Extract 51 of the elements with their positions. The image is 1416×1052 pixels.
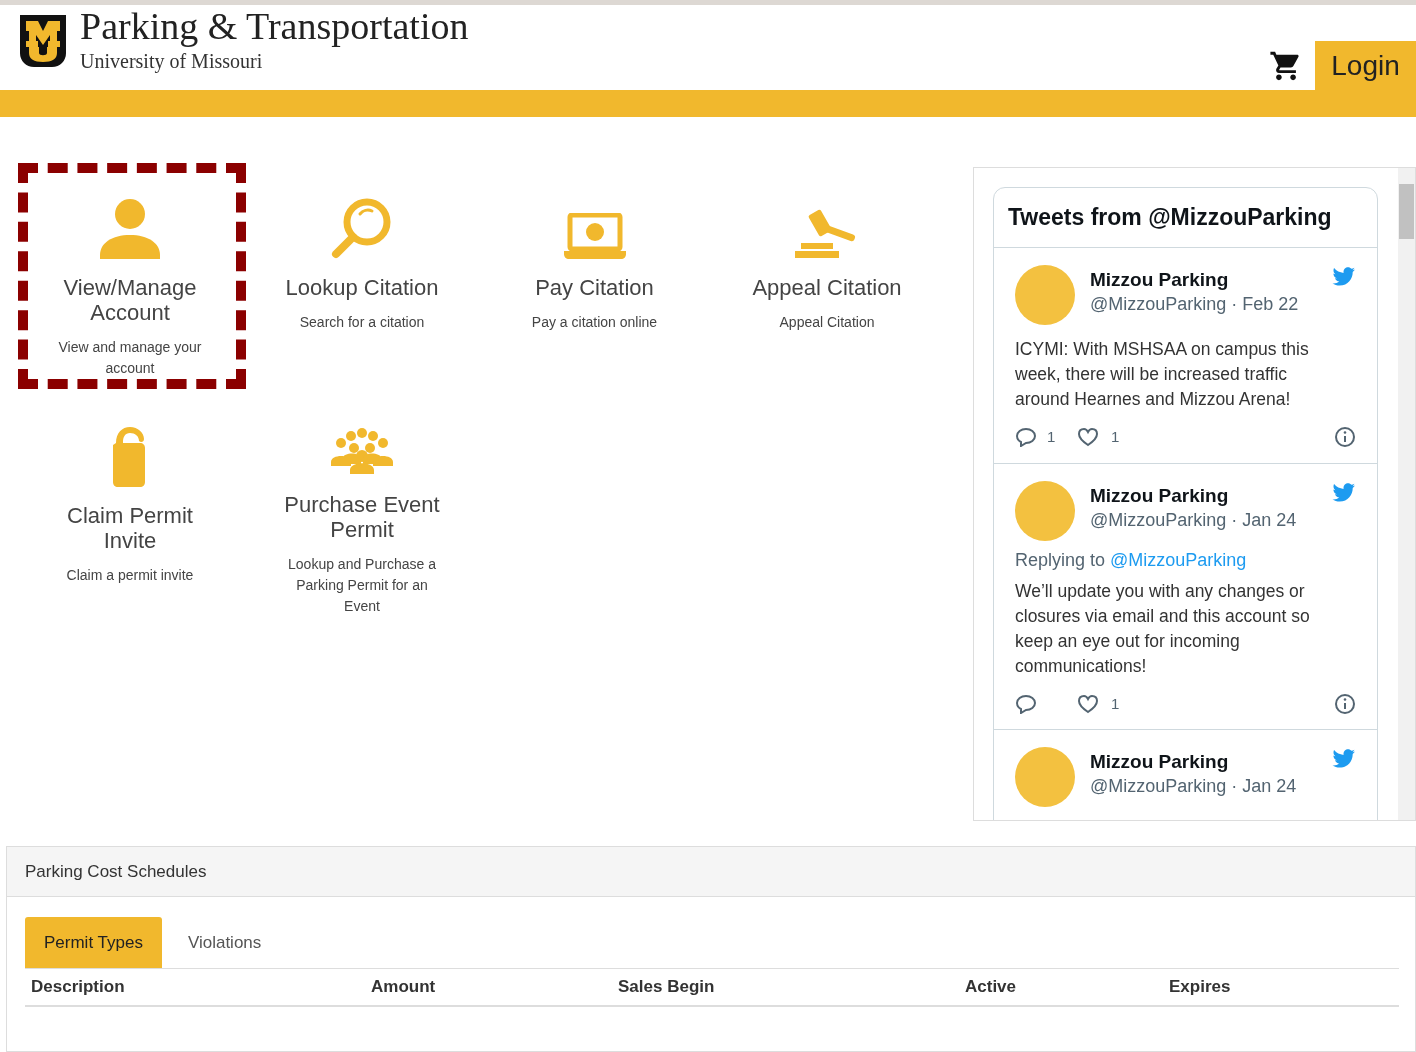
tweet-text: We’ll update you with any changes or closures via email and this account so keep an eye out for incoming communications! (1015, 579, 1311, 678)
tile-description: Search for a citation (298, 313, 426, 332)
tile-title[interactable]: Purchase Event Permit (272, 492, 452, 542)
site-title: Parking & Transportation (80, 5, 469, 47)
like-count: 1 (1111, 427, 1120, 447)
bird-icon (1332, 482, 1356, 503)
panel-title: Parking Cost Schedules (7, 847, 1415, 897)
tweet-author[interactable]: Mizzou Parking (1090, 267, 1332, 292)
tile-title[interactable]: Lookup Citation (272, 275, 452, 300)
scrollbar[interactable] (1398, 168, 1415, 820)
info-icon[interactable] (1334, 692, 1356, 715)
reply-count: 1 (1047, 427, 1056, 447)
heart-icon[interactable] (1077, 427, 1099, 448)
reply-icon[interactable] (1015, 693, 1037, 714)
info-icon[interactable] (1334, 426, 1356, 449)
column-header[interactable]: Description (31, 977, 125, 997)
door-hanger-icon (112, 425, 148, 487)
tile-title[interactable]: Pay Citation (504, 275, 685, 300)
tab[interactable]: Permit Types (25, 917, 162, 968)
tile-description: View and manage your account (57, 338, 203, 378)
heart-icon[interactable] (1077, 693, 1099, 714)
tweet-author[interactable]: Mizzou Parking (1090, 749, 1332, 774)
tweet-handle[interactable]: @MizzouParking · Feb 22 (1090, 292, 1332, 317)
tweet-handle[interactable]: @MizzouParking · Jan 24 (1090, 774, 1332, 799)
tile-description: Lookup and Purchase a Parking Permit for an Event (287, 555, 437, 616)
tile-title[interactable]: View/Manage Account (40, 275, 220, 325)
tile-description: Claim a permit invite (65, 566, 195, 585)
bird-icon (1332, 749, 1356, 769)
tile-description: Pay a citation online (530, 313, 659, 332)
site-subtitle: University of Missouri (80, 49, 264, 73)
tile-description: Appeal Citation (778, 313, 876, 332)
university-logo (18, 13, 68, 69)
column-header[interactable]: Sales Begin (618, 977, 715, 997)
tile-title[interactable]: Claim Permit Invite (40, 503, 220, 553)
column-header[interactable]: Active (965, 977, 1017, 997)
login-button[interactable]: Login (1315, 41, 1416, 90)
column-header[interactable]: Amount (371, 977, 436, 997)
person-icon (99, 197, 161, 259)
feed-title: Tweets from @MizzouParking (994, 188, 1377, 248)
bird-icon (1332, 267, 1356, 287)
laptop-icon (563, 213, 626, 259)
tweet-handle[interactable]: @MizzouParking · Jan 24 (1090, 507, 1332, 533)
search-icon (331, 197, 393, 259)
reply-icon[interactable] (1015, 427, 1037, 448)
tile-title[interactable]: Appeal Citation (737, 275, 917, 300)
like-count: 1 (1111, 693, 1120, 714)
crowd-icon (331, 428, 393, 476)
replying-label: Replying to (1015, 548, 1106, 572)
column-header[interactable]: Expires (1169, 977, 1231, 997)
tweet-author[interactable]: Mizzou Parking (1090, 482, 1332, 508)
tweet-text: ICYMI: With MSHSAA on campus this week, there will be increased traffic around Hearnes and Mizzou Arena! (1015, 338, 1310, 411)
